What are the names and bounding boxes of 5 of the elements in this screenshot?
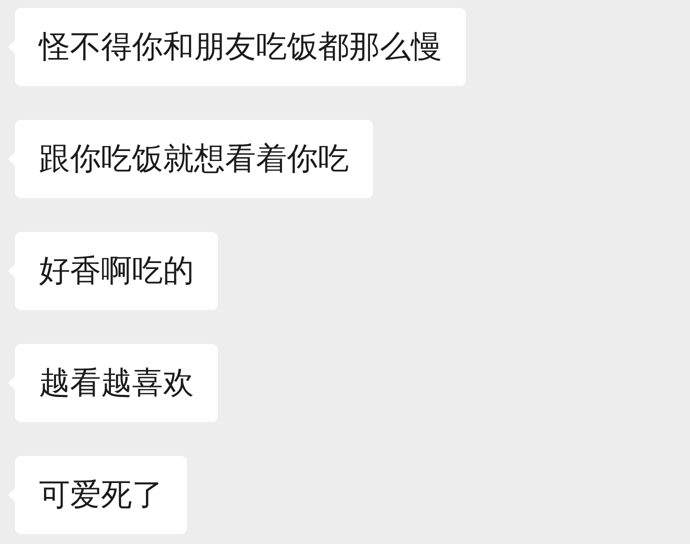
message-bubble: 越看越喜欢 [15,344,218,422]
message-bubble: 跟你吃饭就想看着你吃 [15,120,373,198]
message-bubble: 怪不得你和朋友吃饭都那么慢 [15,8,466,86]
message-bubble: 可爱死了 [15,456,187,534]
message-bubble: 好香啊吃的 [15,232,218,310]
